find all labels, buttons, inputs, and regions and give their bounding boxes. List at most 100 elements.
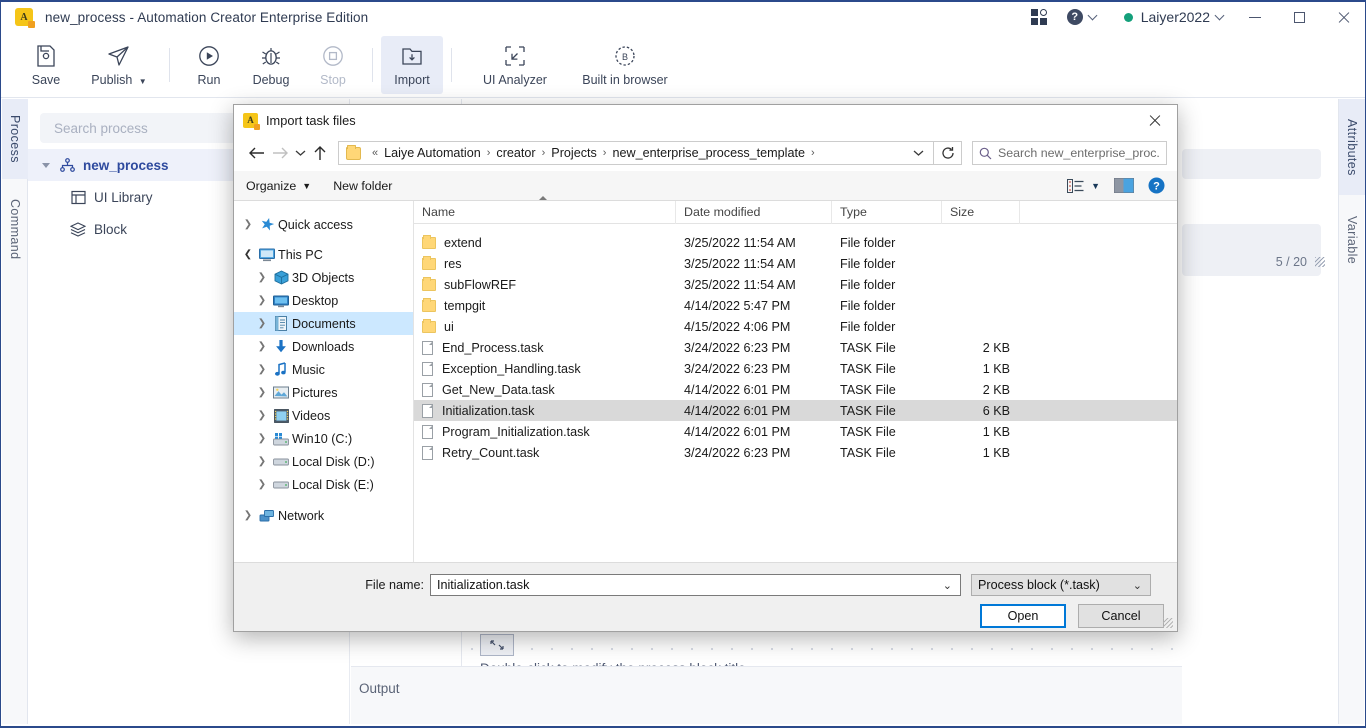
chevron-right-icon[interactable]: ❯ [254, 479, 270, 490]
view-options-button[interactable]: ▼ [1067, 178, 1100, 193]
file-type-filter-select[interactable]: Process block (*.task) ⌄ [971, 574, 1151, 596]
column-header-size[interactable]: Size [942, 200, 1020, 224]
dialog-button-row: Open Cancel [980, 604, 1164, 628]
file-row[interactable]: res 3/25/2022 11:54 AM File folder [414, 253, 1177, 274]
breadcrumb-segment-2[interactable]: Projects [550, 146, 598, 160]
chevron-right-icon[interactable]: ❯ [254, 433, 270, 444]
chevron-down-icon[interactable]: ⌄ [943, 579, 956, 592]
dialog-close-button[interactable] [1132, 105, 1177, 135]
toolbar-save-button[interactable]: Save [15, 36, 77, 94]
window-title: new_process - Automation Creator Enterpr… [45, 9, 369, 25]
rail-tab-variable[interactable]: Variable [1339, 195, 1365, 285]
canvas-block-handle[interactable] [480, 634, 514, 656]
nav-item-network[interactable]: ❯ Network [234, 504, 413, 527]
filename-input[interactable]: Initialization.task ⌄ [430, 574, 961, 596]
breadcrumb[interactable]: « Laiye Automation › creator › Projects … [338, 141, 934, 165]
file-row[interactable]: Exception_Handling.task 3/24/2022 6:23 P… [414, 358, 1177, 379]
organize-button[interactable]: Organize ▼ [246, 179, 311, 193]
nav-item-this-pc[interactable]: ❮ This PC [234, 243, 413, 266]
dialog-search-input[interactable]: Search new_enterprise_proc... [972, 141, 1167, 165]
column-header-name[interactable]: Name [414, 195, 676, 224]
column-header-type[interactable]: Type [832, 200, 942, 224]
rail-tab-attributes[interactable]: Attributes [1339, 99, 1365, 195]
refresh-button[interactable] [934, 141, 962, 165]
breadcrumb-segment-1[interactable]: creator [495, 146, 536, 160]
chevron-right-icon[interactable]: ❯ [254, 318, 270, 329]
minimize-button[interactable] [1233, 2, 1277, 32]
rail-tab-command[interactable]: Command [2, 179, 28, 279]
toolbar-publish-button[interactable]: Publish ▼ [77, 36, 161, 94]
file-row[interactable]: Program_Initialization.task 4/14/2022 6:… [414, 421, 1177, 442]
rail-tab-process[interactable]: Process [2, 99, 28, 179]
chevron-right-icon[interactable]: ❯ [240, 219, 256, 230]
back-button[interactable] [244, 141, 268, 165]
resize-grip-icon[interactable] [1315, 257, 1325, 267]
user-menu[interactable]: Laiyer2022 [1106, 2, 1233, 32]
nav-item-desktop[interactable]: ❯ Desktop [234, 289, 413, 312]
chevron-right-icon[interactable]: ❯ [254, 341, 270, 352]
breadcrumb-overflow[interactable]: « [372, 147, 378, 159]
recent-locations-button[interactable] [292, 141, 308, 165]
nav-item-quick-access[interactable]: ❯ Quick access [234, 213, 413, 236]
chevron-right-icon[interactable]: ❯ [254, 410, 270, 421]
chevron-down-icon[interactable] [42, 162, 50, 168]
file-icon [422, 361, 433, 376]
maximize-button[interactable] [1277, 2, 1321, 32]
new-folder-button[interactable]: New folder [333, 179, 392, 193]
nav-item-documents[interactable]: ❯ Documents [234, 312, 413, 335]
breadcrumb-segment-3[interactable]: new_enterprise_process_template [611, 146, 806, 160]
open-button[interactable]: Open [980, 604, 1066, 628]
nav-item-local-disk-d[interactable]: ❯ Local Disk (D:) [234, 450, 413, 473]
breadcrumb-segment-0[interactable]: Laiye Automation [383, 146, 482, 160]
file-row[interactable]: Get_New_Data.task 4/14/2022 6:01 PM TASK… [414, 379, 1177, 400]
chevron-right-icon[interactable]: ❯ [254, 364, 270, 375]
up-button[interactable] [308, 141, 332, 165]
nav-item-downloads[interactable]: ❯ Downloads [234, 335, 413, 358]
chevron-right-icon[interactable]: ❯ [254, 295, 270, 306]
nav-item-music[interactable]: ❯ Music [234, 358, 413, 381]
file-row[interactable]: ui 4/15/2022 4:06 PM File folder [414, 316, 1177, 337]
music-icon [270, 362, 292, 377]
toolbar-import-button[interactable]: Import [381, 35, 443, 94]
chevron-down-icon[interactable]: ⌄ [1133, 579, 1146, 592]
navigation-pane[interactable]: ❯ Quick access ❮ This PC ❯ 3D Objects ❯ … [234, 201, 414, 562]
file-icon [422, 403, 433, 418]
forward-button[interactable] [268, 141, 292, 165]
breadcrumb-dropdown-button[interactable] [907, 149, 929, 157]
chevron-right-icon[interactable]: ❯ [254, 387, 270, 398]
preview-pane-button[interactable] [1114, 178, 1134, 193]
chevron-right-icon[interactable]: ❯ [254, 272, 270, 283]
toolbar-run-button[interactable]: Run [178, 36, 240, 94]
file-date-cell: 4/15/2022 4:06 PM [684, 319, 791, 334]
file-row[interactable]: End_Process.task 3/24/2022 6:23 PM TASK … [414, 337, 1177, 358]
attribute-field-1[interactable] [1182, 149, 1321, 179]
output-panel[interactable]: Output [351, 666, 1182, 724]
help-button[interactable]: ? [1057, 2, 1106, 32]
file-list-pane[interactable]: Name Date modified Type Size extend 3/25… [414, 195, 1177, 562]
file-row[interactable]: subFlowREF 3/25/2022 11:54 AM File folde… [414, 274, 1177, 295]
column-header-date[interactable]: Date modified [676, 200, 832, 224]
file-row[interactable]: extend 3/25/2022 11:54 AM File folder [414, 232, 1177, 253]
chevron-down-icon[interactable]: ❮ [240, 249, 256, 260]
toolbar-debug-button[interactable]: Debug [240, 36, 302, 94]
resize-grip-icon[interactable] [1163, 618, 1173, 628]
chevron-right-icon[interactable]: ❯ [240, 510, 256, 521]
toolbar-ui-analyzer-button[interactable]: UI Analyzer [460, 36, 570, 94]
dialog-help-button[interactable]: ? [1148, 177, 1165, 194]
file-row-selected[interactable]: Initialization.task 4/14/2022 6:01 PM TA… [414, 400, 1177, 421]
toolbar-built-in-browser-button[interactable]: B Built in browser [570, 36, 680, 94]
apps-grid-icon[interactable] [1021, 2, 1057, 32]
help-circle-icon: ? [1148, 177, 1165, 194]
file-name-label: Program_Initialization.task [442, 424, 590, 439]
nav-item-3d-objects[interactable]: ❯ 3D Objects [234, 266, 413, 289]
nav-item-videos[interactable]: ❯ Videos [234, 404, 413, 427]
nav-item-pictures[interactable]: ❯ Pictures [234, 381, 413, 404]
close-button[interactable] [1321, 2, 1365, 32]
nav-item-win10-c[interactable]: ❯ Win10 (C:) [234, 427, 413, 450]
nav-item-local-disk-e[interactable]: ❯ Local Disk (E:) [234, 473, 413, 496]
toolbar-stop-button[interactable]: Stop [302, 36, 364, 94]
cancel-button[interactable]: Cancel [1078, 604, 1164, 628]
chevron-right-icon[interactable]: ❯ [254, 456, 270, 467]
file-row[interactable]: Retry_Count.task 3/24/2022 6:23 PM TASK … [414, 442, 1177, 463]
file-row[interactable]: tempgit 4/14/2022 5:47 PM File folder [414, 295, 1177, 316]
